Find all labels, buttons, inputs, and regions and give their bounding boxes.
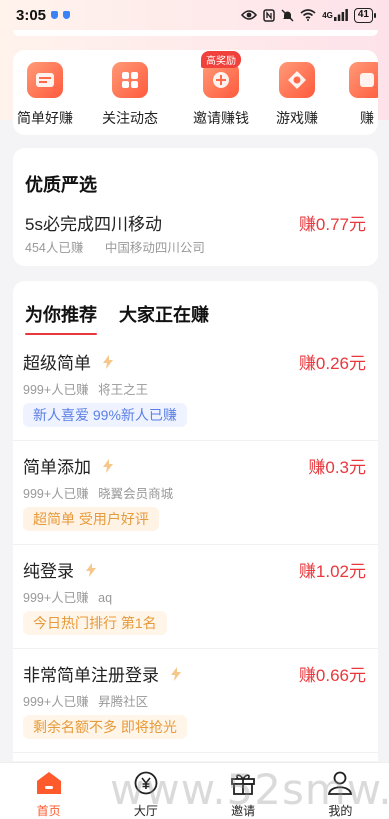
nav-label: 首页 bbox=[36, 804, 61, 818]
nav-invite[interactable]: 邀请 bbox=[208, 771, 278, 819]
task-title-row: 纯登录 bbox=[23, 557, 96, 582]
task-name: 超级简单 bbox=[23, 354, 91, 373]
tab-for-you[interactable]: 为你推荐 bbox=[25, 301, 97, 335]
publisher: 中国移动四川公司 bbox=[104, 241, 205, 255]
nav-label: 大厅 bbox=[133, 804, 158, 818]
category-more[interactable]: 赚 bbox=[331, 62, 378, 128]
status-bar: 3:05 4G 41 bbox=[0, 0, 389, 30]
signal-icon: 4G bbox=[322, 9, 348, 21]
nav-label: 邀请 bbox=[231, 804, 256, 818]
task-title-row: 简单添加 bbox=[23, 453, 113, 478]
invite-plus-icon: 高奖励 bbox=[201, 51, 241, 98]
eye-icon bbox=[241, 9, 258, 21]
mute-bell-icon bbox=[281, 9, 294, 22]
section-title: 优质严选 bbox=[25, 175, 97, 195]
battery-indicator: 41 bbox=[353, 7, 377, 23]
quality-section: 优质严选 5s必完成四川移动 454人已赚 中国移动四川公司 赚0.77元 bbox=[13, 148, 378, 266]
task-title-row: 超级简单 bbox=[23, 349, 113, 374]
tab-everyone-earning[interactable]: 大家正在赚 bbox=[119, 301, 209, 333]
task-reward: 赚1.02元 bbox=[298, 562, 366, 581]
category-label: 邀请赚钱 bbox=[193, 110, 249, 126]
follow-grid-icon bbox=[112, 62, 148, 98]
earned-count: 999+人已赚 bbox=[23, 383, 89, 397]
task-meta: 999+人已赚 aq bbox=[23, 587, 112, 606]
status-time: 3:05 bbox=[16, 6, 47, 24]
nav-label: 我的 bbox=[328, 804, 353, 818]
category-label: 简单好赚 bbox=[17, 110, 73, 126]
status-left: 3:05 bbox=[16, 6, 71, 24]
category-label: 关注动态 bbox=[102, 110, 158, 126]
task-reward: 赚0.66元 bbox=[298, 666, 366, 685]
lightning-icon bbox=[103, 354, 113, 369]
top-card-edge bbox=[13, 30, 378, 36]
earned-count: 999+人已赚 bbox=[23, 695, 89, 709]
wifi-icon bbox=[300, 9, 316, 21]
category-invite[interactable]: 高奖励 邀请赚钱 bbox=[185, 51, 257, 128]
task-item[interactable]: 超级简单 999+人已赚 将王之王 赚0.26元 新人喜爱 99%新人已赚 bbox=[13, 337, 378, 441]
home-icon bbox=[36, 771, 62, 800]
earned-count: 999+人已赚 bbox=[23, 487, 89, 501]
category-follow[interactable]: 关注动态 bbox=[94, 62, 166, 128]
category-label: 游戏赚 bbox=[276, 110, 318, 126]
task-item[interactable]: 非常简单注册登录 999+人已赚 昇腾社区 赚0.66元 剩余名额不多 即将抢光 bbox=[13, 649, 378, 753]
publisher: 昇腾社区 bbox=[98, 695, 149, 709]
task-tag: 新人喜爱 99%新人已赚 bbox=[23, 403, 187, 427]
status-right: 4G 41 bbox=[241, 7, 377, 23]
task-meta: 999+人已赚 晓翼会员商城 bbox=[23, 483, 173, 502]
user-icon bbox=[327, 771, 353, 800]
earned-count: 999+人已赚 bbox=[23, 591, 89, 605]
game-diamond-icon bbox=[279, 62, 315, 98]
more-icon bbox=[349, 62, 378, 98]
task-title-row: 非常简单注册登录 bbox=[23, 661, 181, 686]
task-name: 纯登录 bbox=[23, 562, 74, 581]
category-label: 赚 bbox=[360, 110, 374, 126]
earned-count: 454人已赚 bbox=[25, 241, 84, 255]
task-item[interactable]: 简单添加 999+人已赚 晓翼会员商城 赚0.3元 超简单 受用户好评 bbox=[13, 441, 378, 545]
task-meta: 454人已赚 中国移动四川公司 bbox=[25, 237, 205, 256]
task-tag: 超简单 受用户好评 bbox=[23, 507, 159, 531]
task-tag: 今日热门排行 第1名 bbox=[23, 611, 167, 635]
simple-task-icon bbox=[27, 62, 63, 98]
nav-mine[interactable]: 我的 bbox=[305, 771, 375, 819]
recommend-section: 为你推荐 大家正在赚 超级简单 999+人已赚 将王之王 赚0.26元 新人喜爱… bbox=[13, 281, 378, 761]
notification-shield-icon bbox=[51, 11, 59, 19]
publisher: aq bbox=[98, 591, 113, 605]
task-meta: 999+人已赚 将王之王 bbox=[23, 379, 148, 398]
task-reward: 赚0.3元 bbox=[308, 458, 366, 477]
lightning-icon bbox=[103, 458, 113, 473]
lightning-icon bbox=[86, 562, 96, 577]
task-reward: 赚0.26元 bbox=[298, 354, 366, 373]
category-game[interactable]: 游戏赚 bbox=[261, 62, 333, 128]
bottom-nav: 首页 大厅 邀请 我的 bbox=[0, 762, 389, 819]
task-name: 5s必完成四川移动 bbox=[25, 215, 162, 234]
task-tag: 剩余名额不多 即将抢光 bbox=[23, 715, 187, 739]
task-name: 非常简单注册登录 bbox=[23, 666, 159, 685]
category-simple[interactable]: 简单好赚 bbox=[13, 62, 81, 128]
task-reward: 赚0.77元 bbox=[298, 215, 366, 234]
gift-icon bbox=[230, 771, 256, 800]
category-row: 简单好赚 关注动态 高奖励 邀请赚钱 游戏赚 赚 bbox=[13, 50, 378, 135]
lightning-icon bbox=[171, 666, 181, 681]
hall-coin-icon bbox=[133, 771, 159, 800]
task-item[interactable]: 纯登录 999+人已赚 aq 赚1.02元 今日热门排行 第1名 bbox=[13, 545, 378, 649]
nav-hall[interactable]: 大厅 bbox=[111, 771, 181, 819]
publisher: 将王之王 bbox=[98, 383, 149, 397]
nfc-icon bbox=[263, 8, 275, 22]
task-name: 简单添加 bbox=[23, 458, 91, 477]
network-type: 4G bbox=[322, 10, 333, 20]
publisher: 晓翼会员商城 bbox=[98, 487, 174, 501]
recommend-tabs: 为你推荐 大家正在赚 bbox=[25, 301, 209, 335]
high-reward-badge: 高奖励 bbox=[201, 51, 241, 68]
nav-home[interactable]: 首页 bbox=[14, 771, 84, 819]
task-meta: 999+人已赚 昇腾社区 bbox=[23, 691, 148, 710]
notification-shield-icon bbox=[63, 11, 71, 19]
